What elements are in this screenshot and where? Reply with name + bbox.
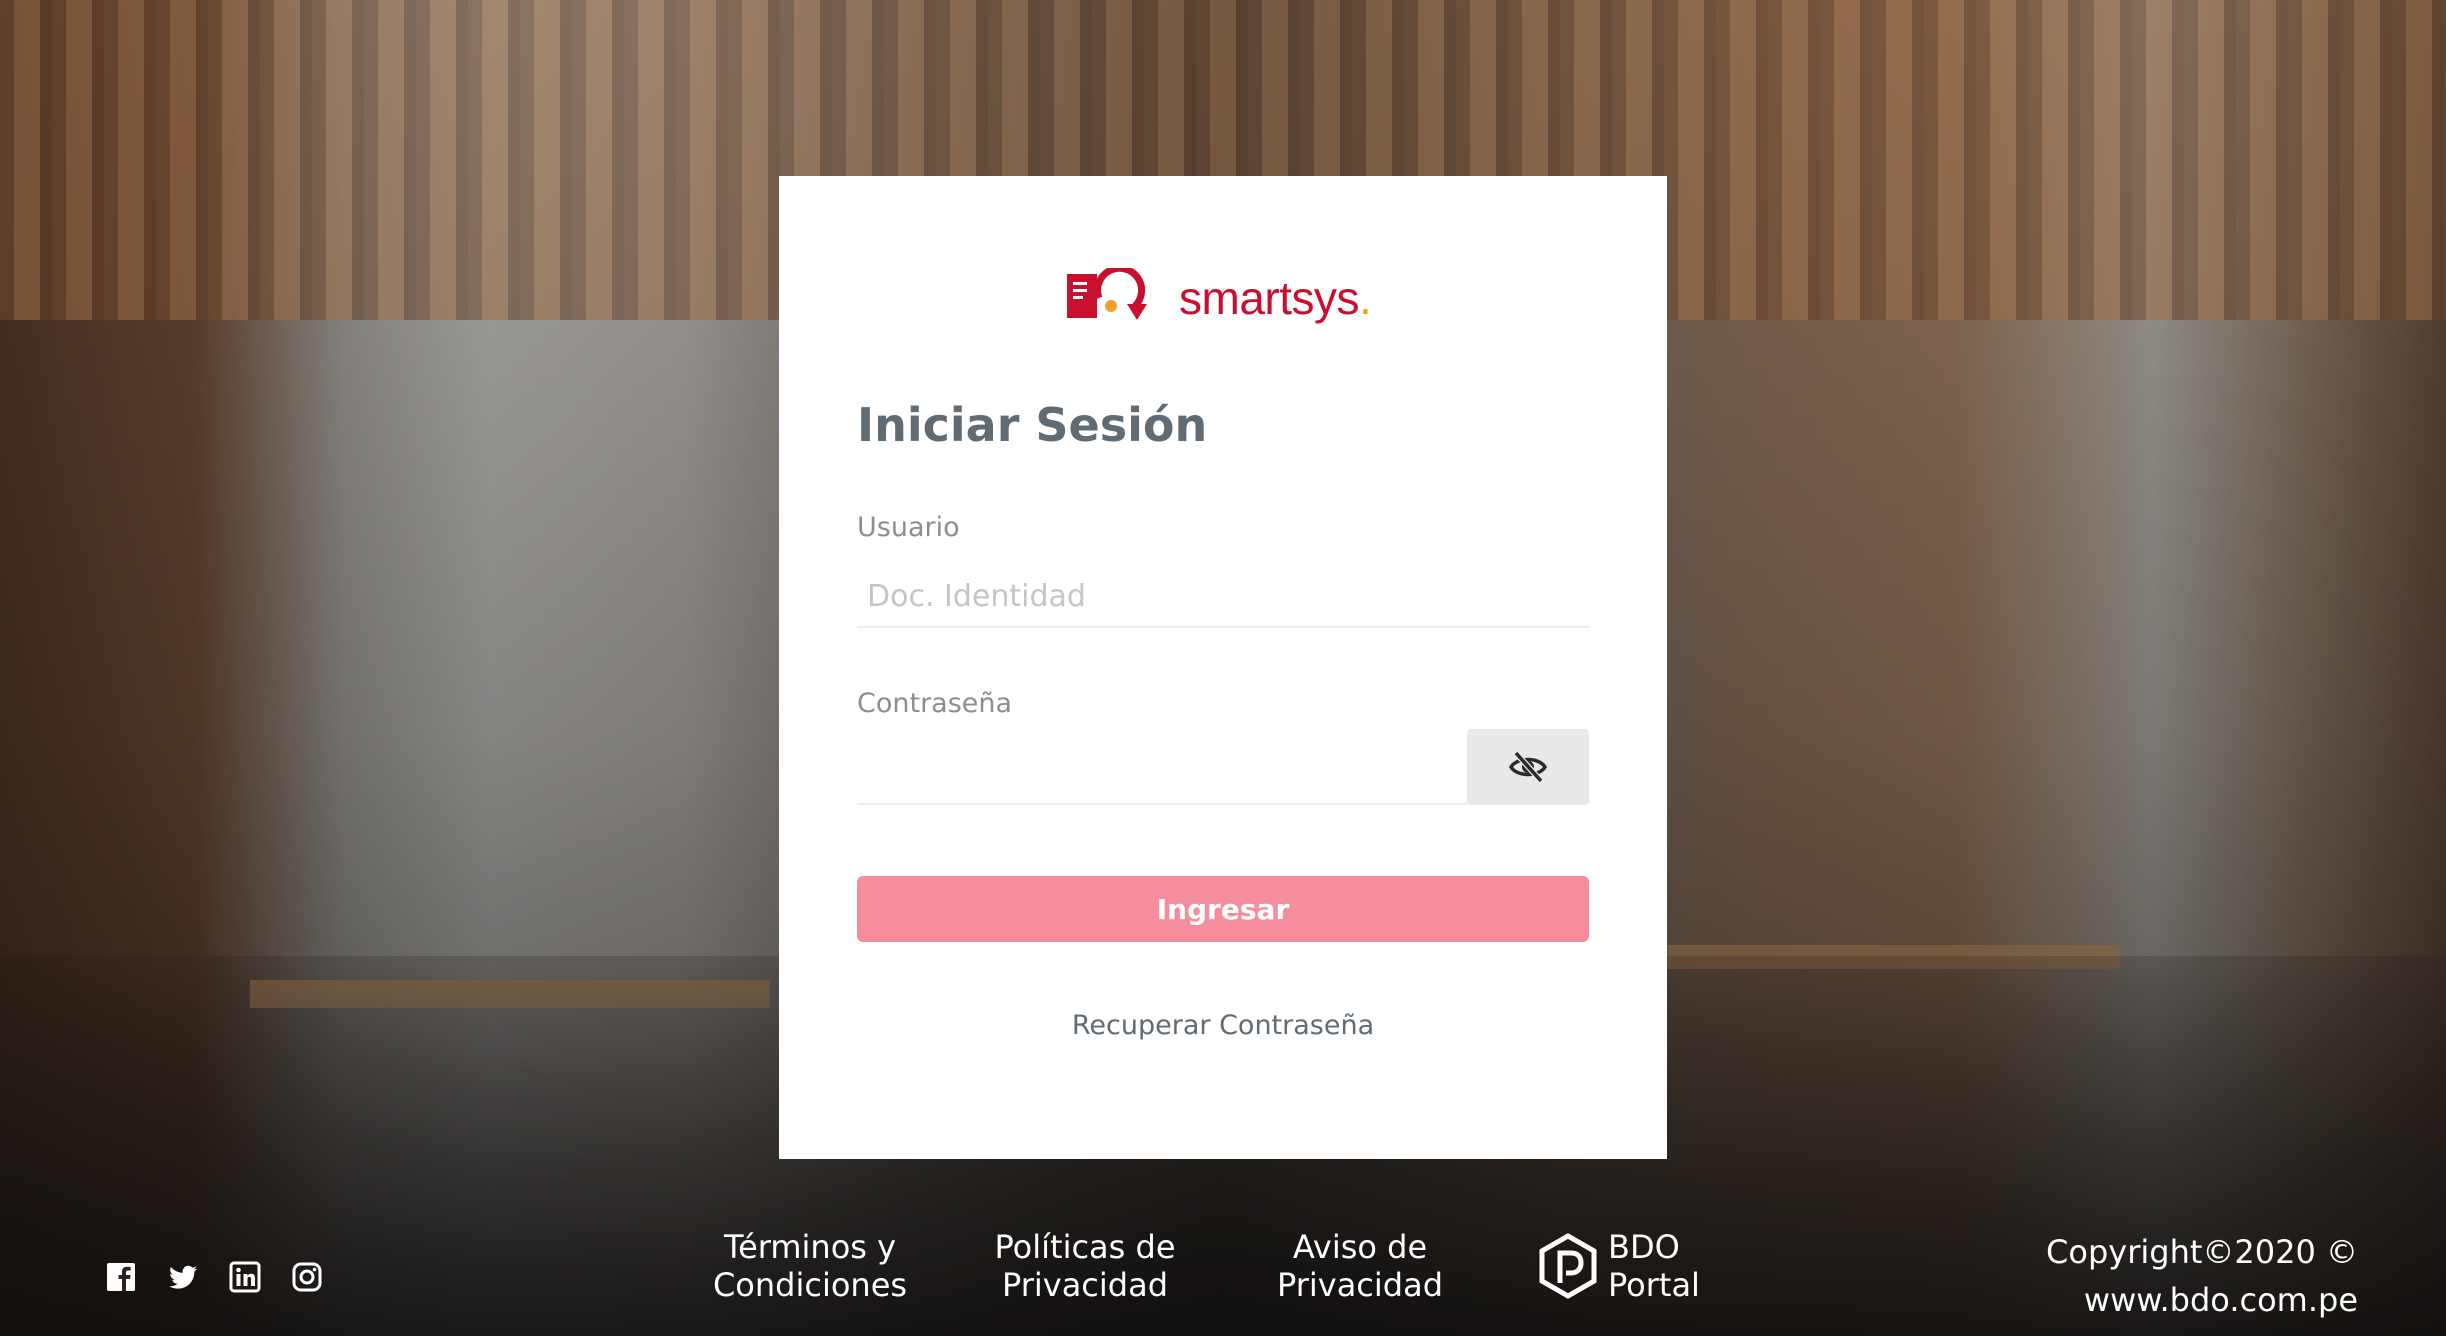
bdo-portal-label: BDO Portal <box>1608 1228 1700 1304</box>
facebook-icon[interactable] <box>104 1260 138 1294</box>
brand-name: smartsys. <box>1179 272 1372 324</box>
password-label: Contraseña <box>857 688 1013 719</box>
username-input[interactable] <box>857 566 1589 628</box>
username-label: Usuario <box>857 512 960 543</box>
password-input[interactable] <box>857 729 1467 805</box>
brand-logo: smartsys. <box>1065 268 1372 328</box>
terms-link[interactable]: Términos y Condiciones <box>700 1228 920 1304</box>
bdo-portal-link[interactable]: BDO Portal <box>1538 1228 1700 1304</box>
smartsys-logo-icon <box>1067 268 1147 320</box>
bdo-portal-icon <box>1539 1233 1597 1299</box>
toggle-password-visibility-button[interactable] <box>1467 729 1589 805</box>
linkedin-icon[interactable] <box>228 1260 262 1294</box>
social-links <box>104 1260 324 1294</box>
page-title: Iniciar Sesión <box>857 398 1208 452</box>
login-card: smartsys. Iniciar Sesión Usuario Contras… <box>779 176 1667 1159</box>
privacy-notice-link[interactable]: Aviso de Privacidad <box>1260 1228 1460 1304</box>
recover-password-link[interactable]: Recuperar Contraseña <box>779 1010 1667 1041</box>
twitter-icon[interactable] <box>166 1260 200 1294</box>
eye-slash-icon <box>1508 751 1548 783</box>
privacy-policy-link[interactable]: Políticas de Privacidad <box>985 1228 1185 1304</box>
instagram-icon[interactable] <box>290 1260 324 1294</box>
login-submit-button[interactable]: Ingresar <box>857 876 1589 942</box>
copyright-text: Copyright©2020 © www.bdo.com.pe <box>2046 1233 2358 1319</box>
